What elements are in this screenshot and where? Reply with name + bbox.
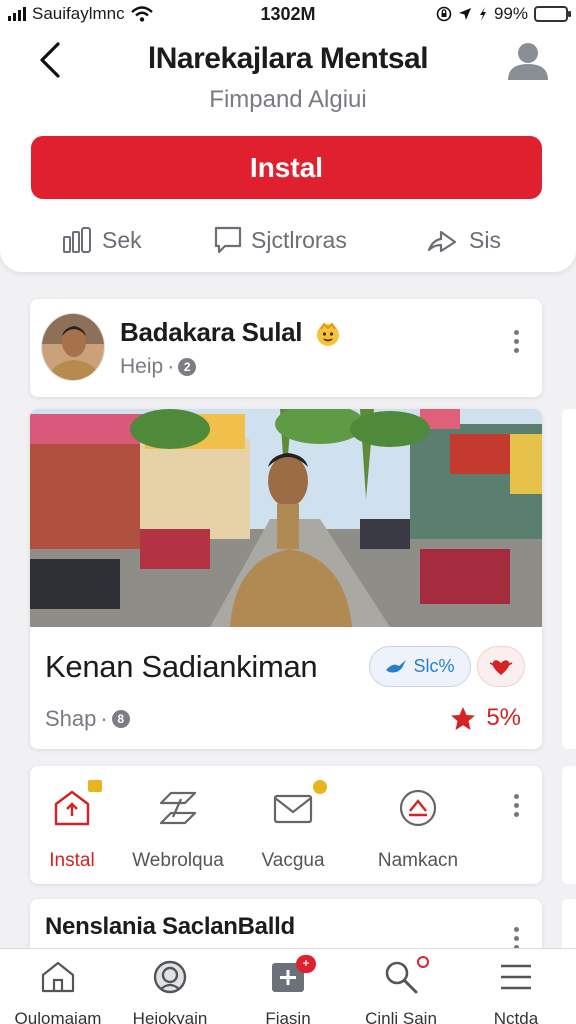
featured-favorite-chip[interactable]: [477, 646, 525, 687]
quick-action-mail[interactable]: Vacgua: [233, 780, 353, 872]
wifi-icon: [130, 6, 153, 22]
developer-avatar: [41, 313, 105, 381]
nav-menu-label: Nctda: [493, 1009, 539, 1024]
share-icon: [427, 230, 457, 253]
featured-tag-chip[interactable]: Slc%: [369, 646, 471, 687]
nav-search-label: Cinli Sain: [365, 1009, 437, 1024]
nav-menu[interactable]: Nctda: [456, 959, 576, 1024]
featured-count-badge: 8: [111, 710, 130, 728]
user-icon: [508, 43, 548, 80]
next-card-peek[interactable]: [562, 409, 576, 749]
quick-action-transfer-label: Webrolqua: [132, 850, 224, 871]
featured-meta: Shap · 8: [45, 706, 130, 732]
mail-icon: [273, 794, 313, 824]
quick-action-install-label: Instal: [49, 850, 95, 871]
location-icon: [458, 8, 471, 20]
quick-actions-more-icon[interactable]: [512, 794, 520, 817]
developer-more-icon[interactable]: [512, 330, 520, 353]
developer-card[interactable]: Badakara Sulal Heip · 2: [30, 299, 542, 397]
quick-action-badge[interactable]: Namkacn: [358, 786, 478, 872]
list-title: Nenslania SaclanBalld: [45, 913, 295, 940]
nav-target-label: Heiokyain: [132, 1009, 208, 1024]
nav-create-label: Fiasin: [265, 1009, 311, 1024]
nav-target[interactable]: Heiokyain: [110, 959, 230, 1024]
quick-action-badge-label: Namkacn: [377, 850, 459, 871]
battery-icon: [534, 6, 571, 22]
bird-icon: [386, 659, 407, 672]
comments-label: Sjctlroras: [251, 226, 347, 253]
nav-home-label: Oulomajam: [14, 1009, 102, 1024]
verified-emoji-icon: [317, 322, 340, 347]
home-icon: [41, 961, 75, 993]
star-icon: [451, 706, 476, 730]
list-more-icon[interactable]: [512, 927, 520, 950]
app-subtitle: Fimpand Algiui: [209, 86, 367, 113]
notification-dot-icon: [417, 956, 429, 968]
chevron-left-icon: [40, 42, 60, 78]
featured-rating: 5%: [450, 704, 521, 732]
alert-dot-icon: [313, 780, 327, 794]
upload-box-icon: [54, 790, 90, 826]
status-bar: Sauifaylmnc 1302M 99%: [0, 0, 576, 28]
featured-card[interactable]: Kenan Sadiankiman Slc% Shap · 8 5%: [30, 409, 542, 749]
share-label: Sis: [469, 226, 501, 253]
profile-button[interactable]: [506, 38, 550, 82]
nav-search[interactable]: Cinli Sain: [341, 956, 461, 1024]
app-header: lNarekajlara Mentsal Fimpand Algiui Inst…: [0, 28, 576, 272]
featured-tag-label: Slc%: [413, 656, 455, 676]
developer-meta: Heip · 2: [120, 355, 197, 379]
new-badge-icon: [88, 780, 102, 792]
quick-action-install[interactable]: Instal: [12, 780, 132, 872]
thumbs-up-icon: [63, 227, 91, 253]
transfer-icon: [159, 791, 197, 825]
featured-rating-value: 5%: [486, 704, 521, 731]
nav-create[interactable]: + Fiasin: [228, 955, 348, 1024]
developer-count-badge: 2: [178, 358, 197, 376]
comments-action[interactable]: Sjctlroras: [213, 225, 347, 255]
lock-rotation-icon: [436, 6, 452, 22]
app-title: lNarekajlara Mentsal: [147, 42, 429, 75]
menu-icon: [501, 964, 531, 990]
target-icon: [153, 960, 187, 994]
quick-action-mail-label: Vacgua: [261, 850, 325, 871]
quick-actions-card: Instal Webrolqua Vacgua Namkacn: [30, 766, 542, 884]
like-action[interactable]: Sek: [62, 226, 142, 254]
signal-icon: [8, 7, 26, 21]
nav-create-badge: +: [296, 955, 316, 973]
featured-title: Kenan Sadiankiman: [45, 649, 318, 684]
featured-photo: [30, 409, 542, 627]
nav-home[interactable]: Oulomajam: [0, 959, 118, 1024]
like-label: Sek: [102, 226, 142, 253]
bottom-navigation: Oulomajam Heiokyain + Fiasin Cinli Sain …: [0, 948, 576, 1024]
alarm-icon: [479, 7, 486, 21]
carrier-label: Sauifaylmnc: [32, 4, 125, 23]
developer-name: Badakara Sulal: [120, 317, 341, 348]
install-button[interactable]: Instal: [31, 136, 542, 199]
search-icon: [385, 961, 418, 994]
back-button[interactable]: [30, 40, 70, 80]
badge-icon: [399, 789, 437, 827]
heart-wings-icon: [489, 659, 513, 675]
battery-percent: 99%: [493, 4, 528, 23]
share-action[interactable]: Sis: [427, 226, 501, 254]
chat-bubble-icon: [214, 226, 242, 254]
quick-action-transfer[interactable]: Webrolqua: [118, 786, 238, 872]
next-quick-card-peek[interactable]: [562, 766, 576, 884]
